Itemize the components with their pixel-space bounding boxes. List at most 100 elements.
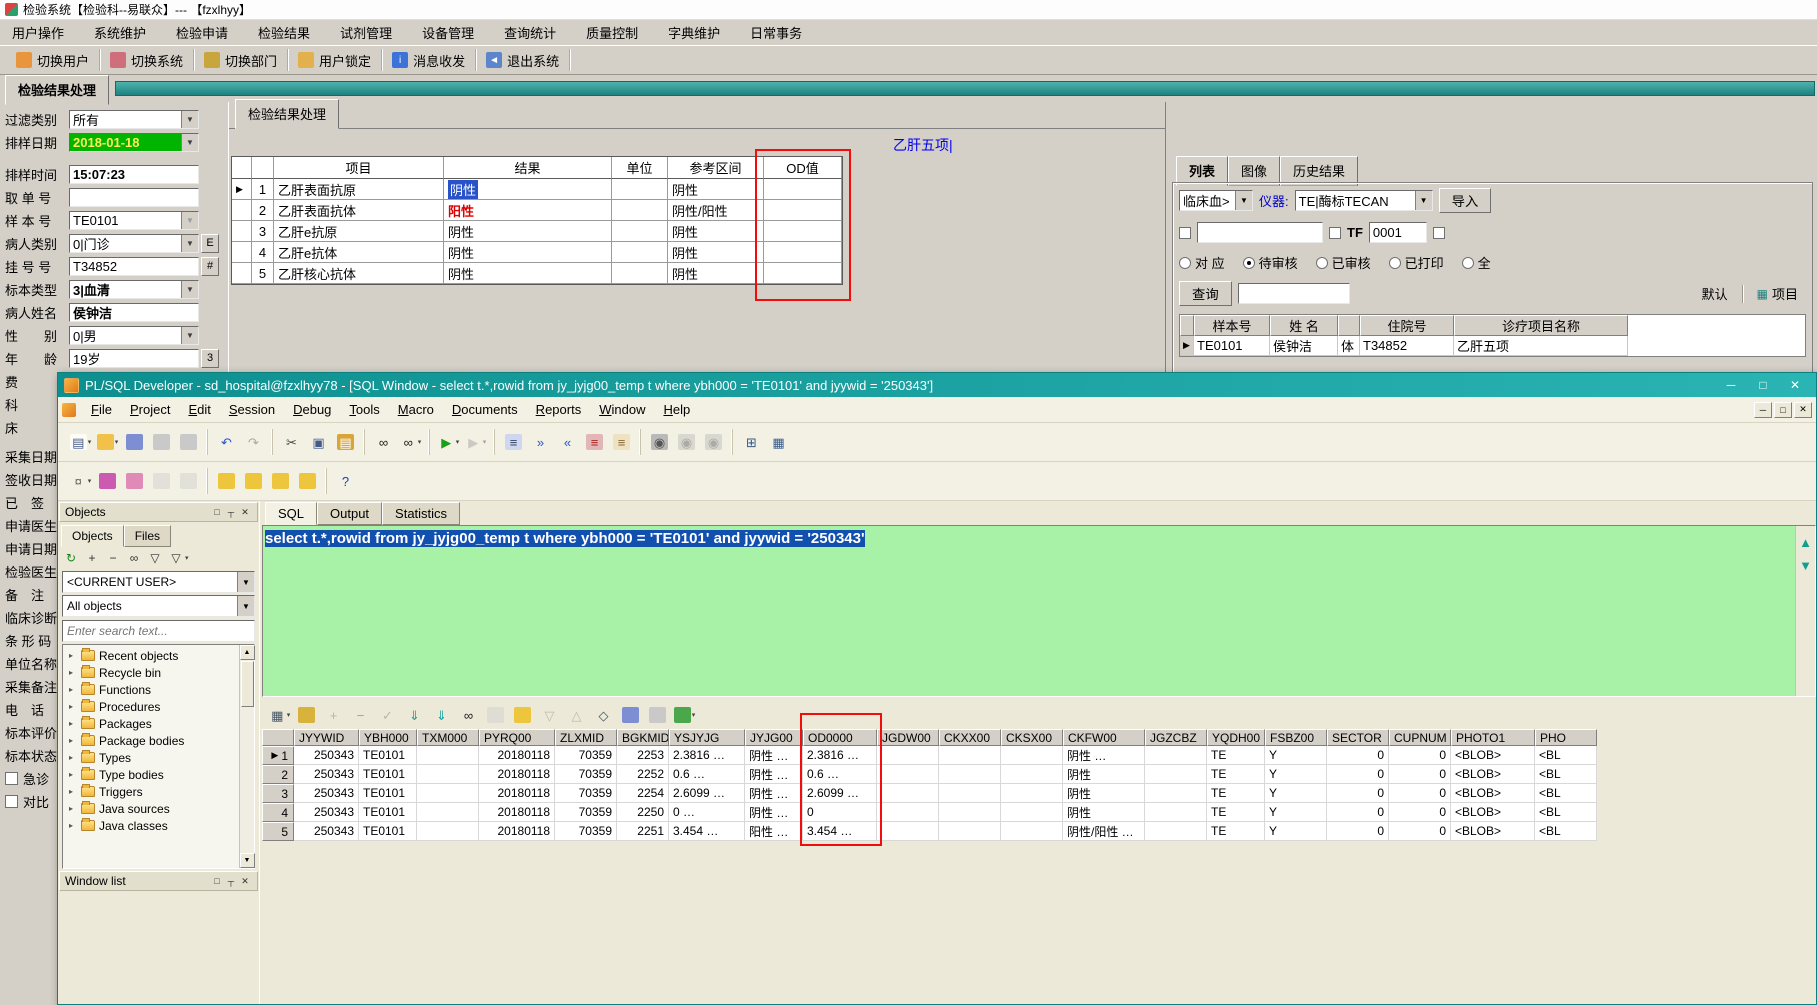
tree-item[interactable]: ▸ Procedures (63, 698, 239, 715)
grid-cell[interactable]: 0 (1327, 746, 1389, 765)
toolbar-button[interactable] (176, 429, 201, 455)
tree-item[interactable]: ▸ Types (63, 749, 239, 766)
grid-cell[interactable]: 20180118 (479, 803, 555, 822)
grid-cell[interactable]: TE0101 (359, 784, 417, 803)
toolbar-button[interactable] (122, 468, 147, 494)
toolbar-button[interactable]: ◇ (591, 702, 616, 728)
grid-cell[interactable]: 0 (1389, 803, 1451, 822)
result-cell[interactable]: 阴性 (444, 242, 612, 263)
lab-menu-item[interactable]: 质量控制 (586, 23, 638, 42)
grid-cell[interactable] (1145, 746, 1207, 765)
mdi-close-button[interactable]: ✕ (1794, 401, 1812, 418)
mdi-restore-button[interactable]: □ (1774, 401, 1792, 418)
reference-range-cell[interactable]: 阴性 (668, 221, 764, 242)
lab-toolbar-button[interactable]: 切换部门 (194, 49, 289, 71)
grid-cell[interactable]: 0 (1389, 822, 1451, 841)
toolbar-button[interactable]: ▦ (766, 429, 791, 455)
grid-cell[interactable]: 20180118 (479, 746, 555, 765)
grid-cell[interactable]: <BLOB> (1451, 784, 1535, 803)
grid-cell[interactable]: 0 (803, 803, 877, 822)
toolbar-button[interactable]: ∞ (456, 702, 481, 728)
panel-float-button[interactable]: □ (210, 506, 224, 519)
grid-cell[interactable]: 阴性 … (745, 803, 803, 822)
grid-cell[interactable]: Y (1265, 746, 1327, 765)
menu-item[interactable]: Documents (443, 399, 527, 420)
grid-column-header[interactable]: JYJG00 (745, 729, 803, 746)
field-suffix-button[interactable]: E (201, 234, 219, 253)
grid-cell[interactable]: <BL (1535, 784, 1597, 803)
menu-item[interactable]: Edit (179, 399, 219, 420)
toolbar-button[interactable]: « (555, 429, 580, 455)
toolbar-button[interactable]: ⇓ (429, 702, 454, 728)
grid-cell[interactable] (1001, 746, 1063, 765)
department-select[interactable]: 临床血> (1179, 190, 1253, 211)
toolbar-button[interactable]: ↶ (214, 429, 239, 455)
unit-cell[interactable] (612, 179, 668, 200)
grid-cell[interactable]: 70359 (555, 803, 617, 822)
lab-toolbar-button[interactable]: 切换系统 (100, 49, 195, 71)
sample-column-header[interactable] (1180, 315, 1194, 336)
od-value-cell[interactable] (764, 263, 842, 284)
grid-cell[interactable] (939, 746, 1001, 765)
mdi-minimize-button[interactable]: ─ (1754, 401, 1772, 418)
grid-row[interactable]: 3 250343 TE0101 20180118 70359 2254 2.60… (262, 784, 1816, 803)
grid-cell[interactable]: <BL (1535, 746, 1597, 765)
toolbar-button[interactable]: ¤ ▾ (68, 468, 93, 494)
checkbox-2[interactable] (1329, 226, 1341, 239)
lab-toolbar-button[interactable]: i 消息收发 (382, 49, 477, 71)
grid-cell[interactable]: TE0101 (359, 746, 417, 765)
tree-item[interactable]: ▸ Type bodies (63, 766, 239, 783)
result-cell[interactable]: 阳性 (444, 200, 612, 221)
grid-cell[interactable]: 阴性 … (745, 746, 803, 765)
tree-expand-icon[interactable]: ▸ (69, 753, 77, 762)
menu-item[interactable]: Debug (284, 399, 340, 420)
tab-files[interactable]: Files (123, 525, 172, 547)
lab-menu-item[interactable]: 系统维护 (94, 23, 146, 42)
tree-item[interactable]: ▸ Java sources (63, 800, 239, 817)
toolbar-button[interactable]: ∞ ▾ (398, 429, 423, 455)
grid-cell[interactable]: 0 (1327, 765, 1389, 784)
tree-expand-icon[interactable]: ▸ (69, 821, 77, 830)
toolbar-button[interactable] (176, 468, 201, 494)
item-cell[interactable]: 乙肝表面抗体 (274, 200, 444, 221)
grid-column-header[interactable]: YSJYJG (669, 729, 745, 746)
unit-cell[interactable] (612, 242, 668, 263)
previous-sql-button[interactable]: ▲ (1799, 536, 1812, 549)
sample-column-header[interactable] (1338, 315, 1360, 336)
lab-menu-item[interactable]: 查询统计 (504, 23, 556, 42)
panel-float-button[interactable]: □ (210, 875, 224, 888)
object-filter-select[interactable]: All objects (62, 595, 255, 617)
tree-expand-icon[interactable]: ▸ (69, 702, 77, 711)
menu-item[interactable]: Macro (389, 399, 443, 420)
grid-column-header[interactable]: YBH000 (359, 729, 417, 746)
sql-area-tab[interactable]: SQL (265, 502, 318, 525)
tree-item[interactable]: ▸ Recent objects (63, 647, 239, 664)
grid-cell[interactable]: 2.6099 … (669, 784, 745, 803)
grid-cell[interactable]: 3.454 … (803, 822, 877, 841)
grid-cell[interactable]: 20180118 (479, 822, 555, 841)
reference-range-cell[interactable]: 阴性 (668, 263, 764, 284)
scroll-down-button[interactable]: ▼ (239, 853, 255, 868)
field-input[interactable]: 2018-01-18 (69, 133, 199, 152)
maximize-button[interactable]: □ (1748, 375, 1778, 395)
sample-column-header[interactable]: 姓 名 (1270, 315, 1338, 336)
lab-menu-item[interactable]: 日常事务 (750, 23, 802, 42)
toolbar-button[interactable]: ▤ ▾ (68, 429, 93, 455)
grid-cell[interactable]: 2.3816 … (669, 746, 745, 765)
grid-cell[interactable]: 0 (1327, 822, 1389, 841)
toolbar-button[interactable]: ≡ (582, 429, 607, 455)
grid-column-header[interactable]: YQDH00 (1207, 729, 1265, 746)
sql-area-tab[interactable]: Output (317, 502, 383, 525)
result-row[interactable]: 5 乙肝核心抗体 阴性 阴性 (232, 263, 842, 284)
grid-cell[interactable] (877, 765, 939, 784)
grid-cell[interactable]: TE (1207, 803, 1265, 822)
item-cell[interactable]: 乙肝e抗体 (274, 242, 444, 263)
field-input[interactable]: 侯钟洁 (69, 303, 199, 322)
grid-row-header[interactable]: 3 (262, 784, 294, 803)
filter-input[interactable] (1197, 222, 1323, 243)
toolbar-button[interactable]: ∞ (371, 429, 396, 455)
grid-cell[interactable]: 250343 (294, 784, 359, 803)
toolbar-button[interactable]: ∞ (125, 549, 143, 567)
toolbar-button[interactable] (95, 468, 120, 494)
grid-row-header[interactable]: 4 (262, 803, 294, 822)
